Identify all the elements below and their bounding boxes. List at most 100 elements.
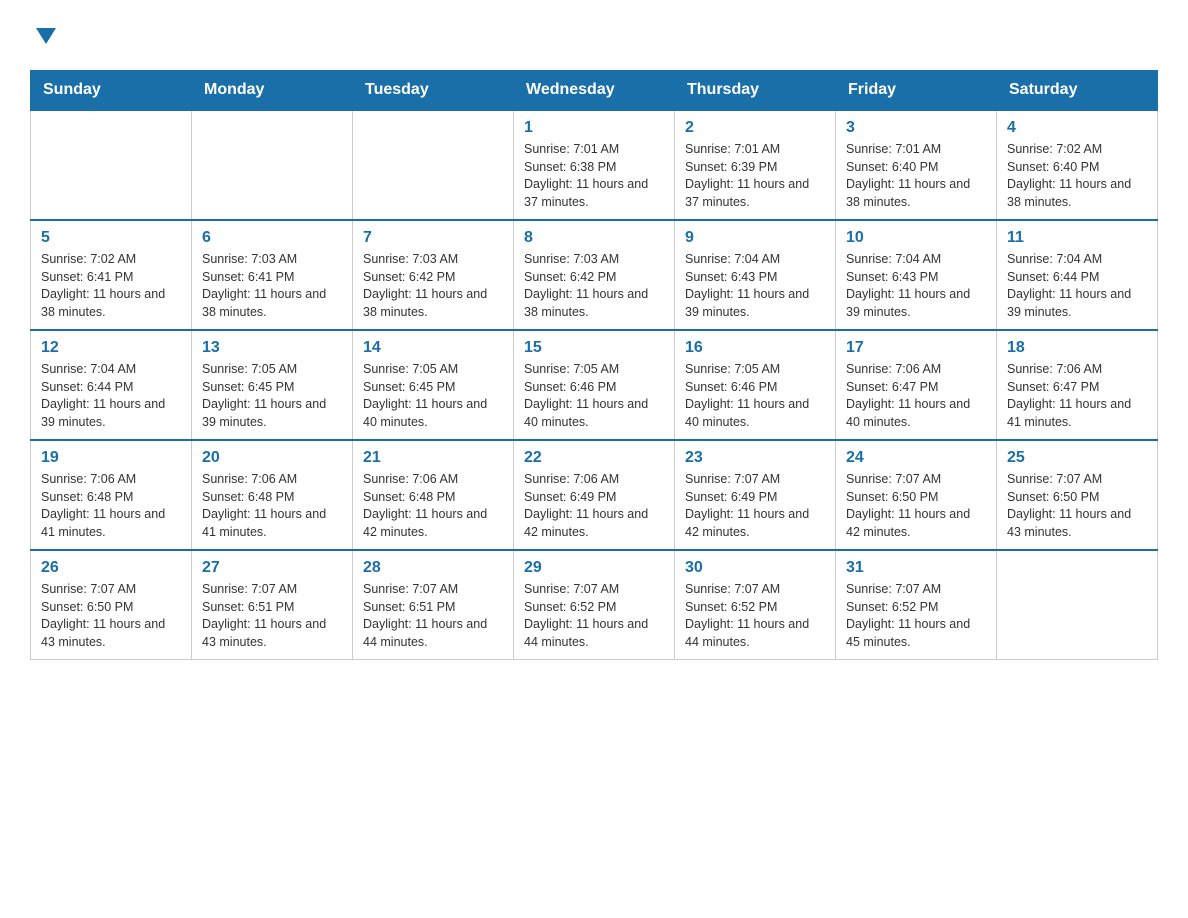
calendar-cell (997, 550, 1158, 660)
calendar-cell: 11 Sunrise: 7:04 AM Sunset: 6:44 PM Dayli… (997, 220, 1158, 330)
day-info: Sunrise: 7:05 AM Sunset: 6:45 PM Dayligh… (363, 361, 503, 431)
calendar-cell (192, 110, 353, 220)
day-number: 19 (41, 449, 181, 467)
day-info: Sunrise: 7:04 AM Sunset: 6:44 PM Dayligh… (1007, 251, 1147, 321)
calendar-body: 1 Sunrise: 7:01 AM Sunset: 6:38 PM Daylig… (31, 110, 1158, 660)
day-number: 20 (202, 449, 342, 467)
day-number: 2 (685, 119, 825, 137)
day-info: Sunrise: 7:05 AM Sunset: 6:45 PM Dayligh… (202, 361, 342, 431)
day-number: 21 (363, 449, 503, 467)
day-info: Sunrise: 7:01 AM Sunset: 6:40 PM Dayligh… (846, 141, 986, 211)
calendar-cell: 8 Sunrise: 7:03 AM Sunset: 6:42 PM Daylig… (514, 220, 675, 330)
day-number: 5 (41, 229, 181, 247)
day-number: 6 (202, 229, 342, 247)
calendar-cell: 18 Sunrise: 7:06 AM Sunset: 6:47 PM Dayli… (997, 330, 1158, 440)
calendar-cell: 10Sunrise: 7:04 AM Sunset: 6:43 PM Dayli… (836, 220, 997, 330)
day-number: 29 (524, 559, 664, 577)
calendar-table: SundayMondayTuesdayWednesdayThursdayFrid… (30, 70, 1158, 660)
day-number: 24 (846, 449, 986, 467)
day-info: Sunrise: 7:02 AM Sunset: 6:41 PM Dayligh… (41, 251, 181, 321)
day-header-friday: Friday (836, 71, 997, 111)
calendar-cell: 2 Sunrise: 7:01 AM Sunset: 6:39 PM Daylig… (675, 110, 836, 220)
calendar-cell: 7 Sunrise: 7:03 AM Sunset: 6:42 PM Daylig… (353, 220, 514, 330)
calendar-cell: 28 Sunrise: 7:07 AM Sunset: 6:51 PM Dayli… (353, 550, 514, 660)
calendar-cell: 29 Sunrise: 7:07 AM Sunset: 6:52 PM Dayli… (514, 550, 675, 660)
day-header-saturday: Saturday (997, 71, 1158, 111)
day-info: Sunrise: 7:07 AM Sunset: 6:50 PM Dayligh… (1007, 471, 1147, 541)
day-info: Sunrise: 7:07 AM Sunset: 6:52 PM Dayligh… (524, 581, 664, 651)
day-number: 23 (685, 449, 825, 467)
day-info: Sunrise: 7:05 AM Sunset: 6:46 PM Dayligh… (685, 361, 825, 431)
calendar-cell: 16 Sunrise: 7:05 AM Sunset: 6:46 PM Dayli… (675, 330, 836, 440)
day-number: 17 (846, 339, 986, 357)
day-info: Sunrise: 7:06 AM Sunset: 6:47 PM Dayligh… (1007, 361, 1147, 431)
day-number: 16 (685, 339, 825, 357)
day-info: Sunrise: 7:03 AM Sunset: 6:42 PM Dayligh… (524, 251, 664, 321)
day-info: Sunrise: 7:06 AM Sunset: 6:48 PM Dayligh… (41, 471, 181, 541)
day-info: Sunrise: 7:01 AM Sunset: 6:38 PM Dayligh… (524, 141, 664, 211)
day-info: Sunrise: 7:01 AM Sunset: 6:39 PM Dayligh… (685, 141, 825, 211)
day-info: Sunrise: 7:03 AM Sunset: 6:41 PM Dayligh… (202, 251, 342, 321)
calendar-cell: 4Sunrise: 7:02 AM Sunset: 6:40 PM Daylig… (997, 110, 1158, 220)
day-number: 15 (524, 339, 664, 357)
logo-triangle-icon (32, 22, 60, 50)
day-number: 18 (1007, 339, 1147, 357)
calendar-cell: 31Sunrise: 7:07 AM Sunset: 6:52 PM Dayli… (836, 550, 997, 660)
day-number: 3 (846, 119, 986, 137)
day-info: Sunrise: 7:07 AM Sunset: 6:50 PM Dayligh… (41, 581, 181, 651)
day-number: 11 (1007, 229, 1147, 247)
week-row-3: 12Sunrise: 7:04 AM Sunset: 6:44 PM Dayli… (31, 330, 1158, 440)
day-info: Sunrise: 7:03 AM Sunset: 6:42 PM Dayligh… (363, 251, 503, 321)
calendar-cell: 6 Sunrise: 7:03 AM Sunset: 6:41 PM Daylig… (192, 220, 353, 330)
calendar-cell: 17 Sunrise: 7:06 AM Sunset: 6:47 PM Dayli… (836, 330, 997, 440)
page-header (30, 20, 1158, 50)
day-info: Sunrise: 7:04 AM Sunset: 6:43 PM Dayligh… (685, 251, 825, 321)
day-number: 31 (846, 559, 986, 577)
day-number: 22 (524, 449, 664, 467)
day-number: 26 (41, 559, 181, 577)
week-row-1: 1 Sunrise: 7:01 AM Sunset: 6:38 PM Daylig… (31, 110, 1158, 220)
day-number: 27 (202, 559, 342, 577)
calendar-cell: 1 Sunrise: 7:01 AM Sunset: 6:38 PM Daylig… (514, 110, 675, 220)
calendar-cell: 22 Sunrise: 7:06 AM Sunset: 6:49 PM Dayli… (514, 440, 675, 550)
day-number: 9 (685, 229, 825, 247)
calendar-cell: 25 Sunrise: 7:07 AM Sunset: 6:50 PM Dayli… (997, 440, 1158, 550)
day-info: Sunrise: 7:07 AM Sunset: 6:51 PM Dayligh… (363, 581, 503, 651)
day-header-monday: Monday (192, 71, 353, 111)
day-number: 10 (846, 229, 986, 247)
day-number: 1 (524, 119, 664, 137)
day-header-thursday: Thursday (675, 71, 836, 111)
calendar-cell: 27 Sunrise: 7:07 AM Sunset: 6:51 PM Dayli… (192, 550, 353, 660)
calendar-cell: 14 Sunrise: 7:05 AM Sunset: 6:45 PM Dayli… (353, 330, 514, 440)
calendar-cell: 19 Sunrise: 7:06 AM Sunset: 6:48 PM Dayli… (31, 440, 192, 550)
days-header-row: SundayMondayTuesdayWednesdayThursdayFrid… (31, 71, 1158, 111)
day-info: Sunrise: 7:07 AM Sunset: 6:52 PM Dayligh… (685, 581, 825, 651)
day-info: Sunrise: 7:07 AM Sunset: 6:51 PM Dayligh… (202, 581, 342, 651)
day-info: Sunrise: 7:07 AM Sunset: 6:50 PM Dayligh… (846, 471, 986, 541)
day-number: 4 (1007, 119, 1147, 137)
day-info: Sunrise: 7:06 AM Sunset: 6:47 PM Dayligh… (846, 361, 986, 431)
day-info: Sunrise: 7:06 AM Sunset: 6:49 PM Dayligh… (524, 471, 664, 541)
calendar-cell (31, 110, 192, 220)
day-info: Sunrise: 7:06 AM Sunset: 6:48 PM Dayligh… (363, 471, 503, 541)
day-number: 8 (524, 229, 664, 247)
week-row-5: 26 Sunrise: 7:07 AM Sunset: 6:50 PM Dayli… (31, 550, 1158, 660)
day-number: 7 (363, 229, 503, 247)
week-row-2: 5 Sunrise: 7:02 AM Sunset: 6:41 PM Daylig… (31, 220, 1158, 330)
day-number: 28 (363, 559, 503, 577)
day-number: 14 (363, 339, 503, 357)
calendar-cell: 13 Sunrise: 7:05 AM Sunset: 6:45 PM Dayli… (192, 330, 353, 440)
calendar-cell: 26 Sunrise: 7:07 AM Sunset: 6:50 PM Dayli… (31, 550, 192, 660)
day-number: 25 (1007, 449, 1147, 467)
day-number: 12 (41, 339, 181, 357)
day-info: Sunrise: 7:05 AM Sunset: 6:46 PM Dayligh… (524, 361, 664, 431)
day-number: 13 (202, 339, 342, 357)
calendar-cell: 24 Sunrise: 7:07 AM Sunset: 6:50 PM Dayli… (836, 440, 997, 550)
calendar-cell: 5 Sunrise: 7:02 AM Sunset: 6:41 PM Daylig… (31, 220, 192, 330)
day-info: Sunrise: 7:06 AM Sunset: 6:48 PM Dayligh… (202, 471, 342, 541)
calendar-cell: 3 Sunrise: 7:01 AM Sunset: 6:40 PM Daylig… (836, 110, 997, 220)
calendar-cell (353, 110, 514, 220)
logo (30, 20, 60, 50)
day-header-wednesday: Wednesday (514, 71, 675, 111)
calendar-cell: 12Sunrise: 7:04 AM Sunset: 6:44 PM Dayli… (31, 330, 192, 440)
